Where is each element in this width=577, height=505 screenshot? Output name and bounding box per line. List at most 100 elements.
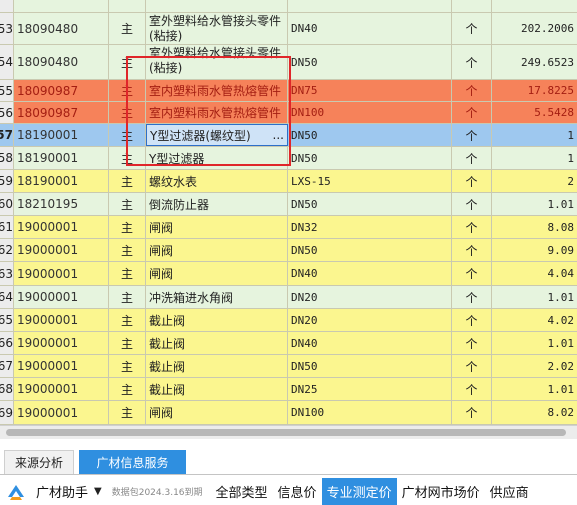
- filter-professional-price[interactable]: 专业测定价: [321, 478, 397, 505]
- table-row[interactable]: 69 19000001 主 闸阀 DN100 个 8.02: [0, 401, 577, 425]
- material-unit[interactable]: 个: [452, 170, 492, 192]
- table-row[interactable]: 66 19000001 主 截止阀 DN40 个 1.01: [0, 332, 577, 355]
- material-quantity[interactable]: 1.01: [492, 286, 577, 308]
- assistant-title[interactable]: 广材助手: [36, 482, 88, 501]
- filter-market-price[interactable]: 广材网市场价: [397, 478, 485, 505]
- material-spec[interactable]: DN100: [288, 401, 452, 424]
- material-code[interactable]: 19000001: [14, 401, 109, 424]
- main-material-flag[interactable]: 主: [109, 378, 146, 400]
- material-spec[interactable]: DN25: [288, 378, 452, 400]
- material-unit[interactable]: 个: [452, 13, 492, 44]
- main-material-flag[interactable]: 主: [109, 401, 146, 424]
- material-quantity[interactable]: [492, 0, 577, 12]
- material-code[interactable]: 19000001: [14, 378, 109, 400]
- main-material-flag[interactable]: 主: [109, 102, 146, 123]
- chevron-down-icon[interactable]: ▼: [94, 486, 102, 497]
- main-material-flag[interactable]: 主: [109, 332, 146, 354]
- material-name[interactable]: 室外塑料给水管接头零件(粘接): [146, 13, 288, 44]
- material-name[interactable]: 截止阀: [146, 309, 288, 331]
- main-material-flag[interactable]: 主: [109, 309, 146, 331]
- material-code[interactable]: 19000001: [14, 286, 109, 308]
- table-row[interactable]: 55 18090987 主 室内塑料雨水管热熔管件 DN75 个 17.8225: [0, 80, 577, 102]
- material-code[interactable]: 18090987: [14, 102, 109, 123]
- main-material-flag[interactable]: 主: [109, 124, 146, 146]
- material-spec[interactable]: DN32: [288, 216, 452, 238]
- material-unit[interactable]: 个: [452, 262, 492, 285]
- material-code[interactable]: 18090480: [14, 13, 109, 44]
- material-name[interactable]: 倒流防止器: [146, 193, 288, 215]
- material-code[interactable]: 18190001: [14, 170, 109, 192]
- material-quantity[interactable]: 1.01: [492, 332, 577, 354]
- main-material-flag[interactable]: 主: [109, 45, 146, 79]
- scrollbar-thumb[interactable]: [6, 429, 566, 436]
- material-spec[interactable]: DN75: [288, 80, 452, 101]
- material-name[interactable]: 室内塑料雨水管热熔管件: [146, 102, 288, 123]
- main-material-flag[interactable]: 主: [109, 147, 146, 169]
- material-unit[interactable]: 个: [452, 147, 492, 169]
- material-name[interactable]: 冲洗箱进水角阀: [146, 286, 288, 308]
- material-code[interactable]: 19000001: [14, 216, 109, 238]
- material-name[interactable]: 闸阀: [146, 239, 288, 261]
- material-unit[interactable]: 个: [452, 124, 492, 146]
- material-quantity[interactable]: 8.02: [492, 401, 577, 424]
- table-row[interactable]: (粘接): [0, 0, 577, 13]
- main-material-flag[interactable]: 主: [109, 262, 146, 285]
- horizontal-scrollbar[interactable]: [0, 425, 577, 439]
- material-unit[interactable]: 个: [452, 286, 492, 308]
- material-unit[interactable]: 个: [452, 355, 492, 377]
- material-name[interactable]: 截止阀: [146, 378, 288, 400]
- material-spec[interactable]: [288, 0, 452, 12]
- material-unit[interactable]: 个: [452, 401, 492, 424]
- material-name[interactable]: 闸阀: [146, 401, 288, 424]
- filter-supplier[interactable]: 供应商: [485, 478, 534, 505]
- table-row[interactable]: 64 19000001 主 冲洗箱进水角阀 DN20 个 1.01: [0, 286, 577, 309]
- table-row[interactable]: 53 18090480 主 室外塑料给水管接头零件(粘接) DN40 个 202.2006: [0, 13, 577, 45]
- material-name[interactable]: 闸阀: [146, 262, 288, 285]
- material-name[interactable]: (粘接): [146, 0, 288, 12]
- more-options-icon[interactable]: ...: [269, 128, 284, 142]
- table-row[interactable]: 54 18090480 主 室外塑料给水管接头零件(粘接) DN50 个 249.6523: [0, 45, 577, 80]
- material-spec[interactable]: DN50: [288, 239, 452, 261]
- material-code[interactable]: 19000001: [14, 239, 109, 261]
- table-row[interactable]: 59 18190001 主 螺纹水表 LXS-15 个 2: [0, 170, 577, 193]
- tab-source-analysis[interactable]: 来源分析: [4, 450, 74, 474]
- filter-all-types[interactable]: 全部类型: [211, 478, 273, 505]
- main-material-flag[interactable]: 主: [109, 239, 146, 261]
- material-name[interactable]: 闸阀: [146, 216, 288, 238]
- material-quantity[interactable]: 202.2006: [492, 13, 577, 44]
- main-material-flag[interactable]: 主: [109, 80, 146, 101]
- material-quantity[interactable]: 4.02: [492, 309, 577, 331]
- material-code[interactable]: 19000001: [14, 309, 109, 331]
- material-quantity[interactable]: 9.09: [492, 239, 577, 261]
- material-name[interactable]: 截止阀: [146, 332, 288, 354]
- material-spec[interactable]: DN50: [288, 45, 452, 79]
- material-name[interactable]: 室内塑料雨水管热熔管件: [146, 80, 288, 101]
- main-material-flag[interactable]: 主: [109, 286, 146, 308]
- material-spec[interactable]: DN40: [288, 332, 452, 354]
- material-quantity[interactable]: 2.02: [492, 355, 577, 377]
- material-spec[interactable]: DN100: [288, 102, 452, 123]
- material-quantity[interactable]: 8.08: [492, 216, 577, 238]
- material-quantity[interactable]: 1.01: [492, 378, 577, 400]
- table-row[interactable]: 58 18190001 主 Y型过滤器 DN50 个 1: [0, 147, 577, 170]
- main-material-flag[interactable]: 主: [109, 13, 146, 44]
- material-unit[interactable]: 个: [452, 309, 492, 331]
- material-quantity[interactable]: 2: [492, 170, 577, 192]
- material-spec[interactable]: DN40: [288, 262, 452, 285]
- table-row[interactable]: 61 19000001 主 闸阀 DN32 个 8.08: [0, 216, 577, 239]
- material-code[interactable]: 18190001: [14, 124, 109, 146]
- material-name[interactable]: 室外塑料给水管接头零件(粘接): [146, 45, 288, 79]
- tab-guangcai-info-service[interactable]: 广材信息服务: [79, 450, 186, 474]
- material-name[interactable]: 螺纹水表: [146, 170, 288, 192]
- material-quantity[interactable]: 5.5428: [492, 102, 577, 123]
- material-spec[interactable]: DN50: [288, 355, 452, 377]
- main-material-flag[interactable]: 主: [109, 170, 146, 192]
- material-quantity[interactable]: 17.8225: [492, 80, 577, 101]
- material-quantity[interactable]: 4.04: [492, 262, 577, 285]
- material-spec[interactable]: DN50: [288, 147, 452, 169]
- material-quantity[interactable]: 1.01: [492, 193, 577, 215]
- material-spec[interactable]: DN20: [288, 286, 452, 308]
- material-unit[interactable]: 个: [452, 193, 492, 215]
- filter-info-price[interactable]: 信息价: [273, 478, 322, 505]
- material-unit[interactable]: 个: [452, 239, 492, 261]
